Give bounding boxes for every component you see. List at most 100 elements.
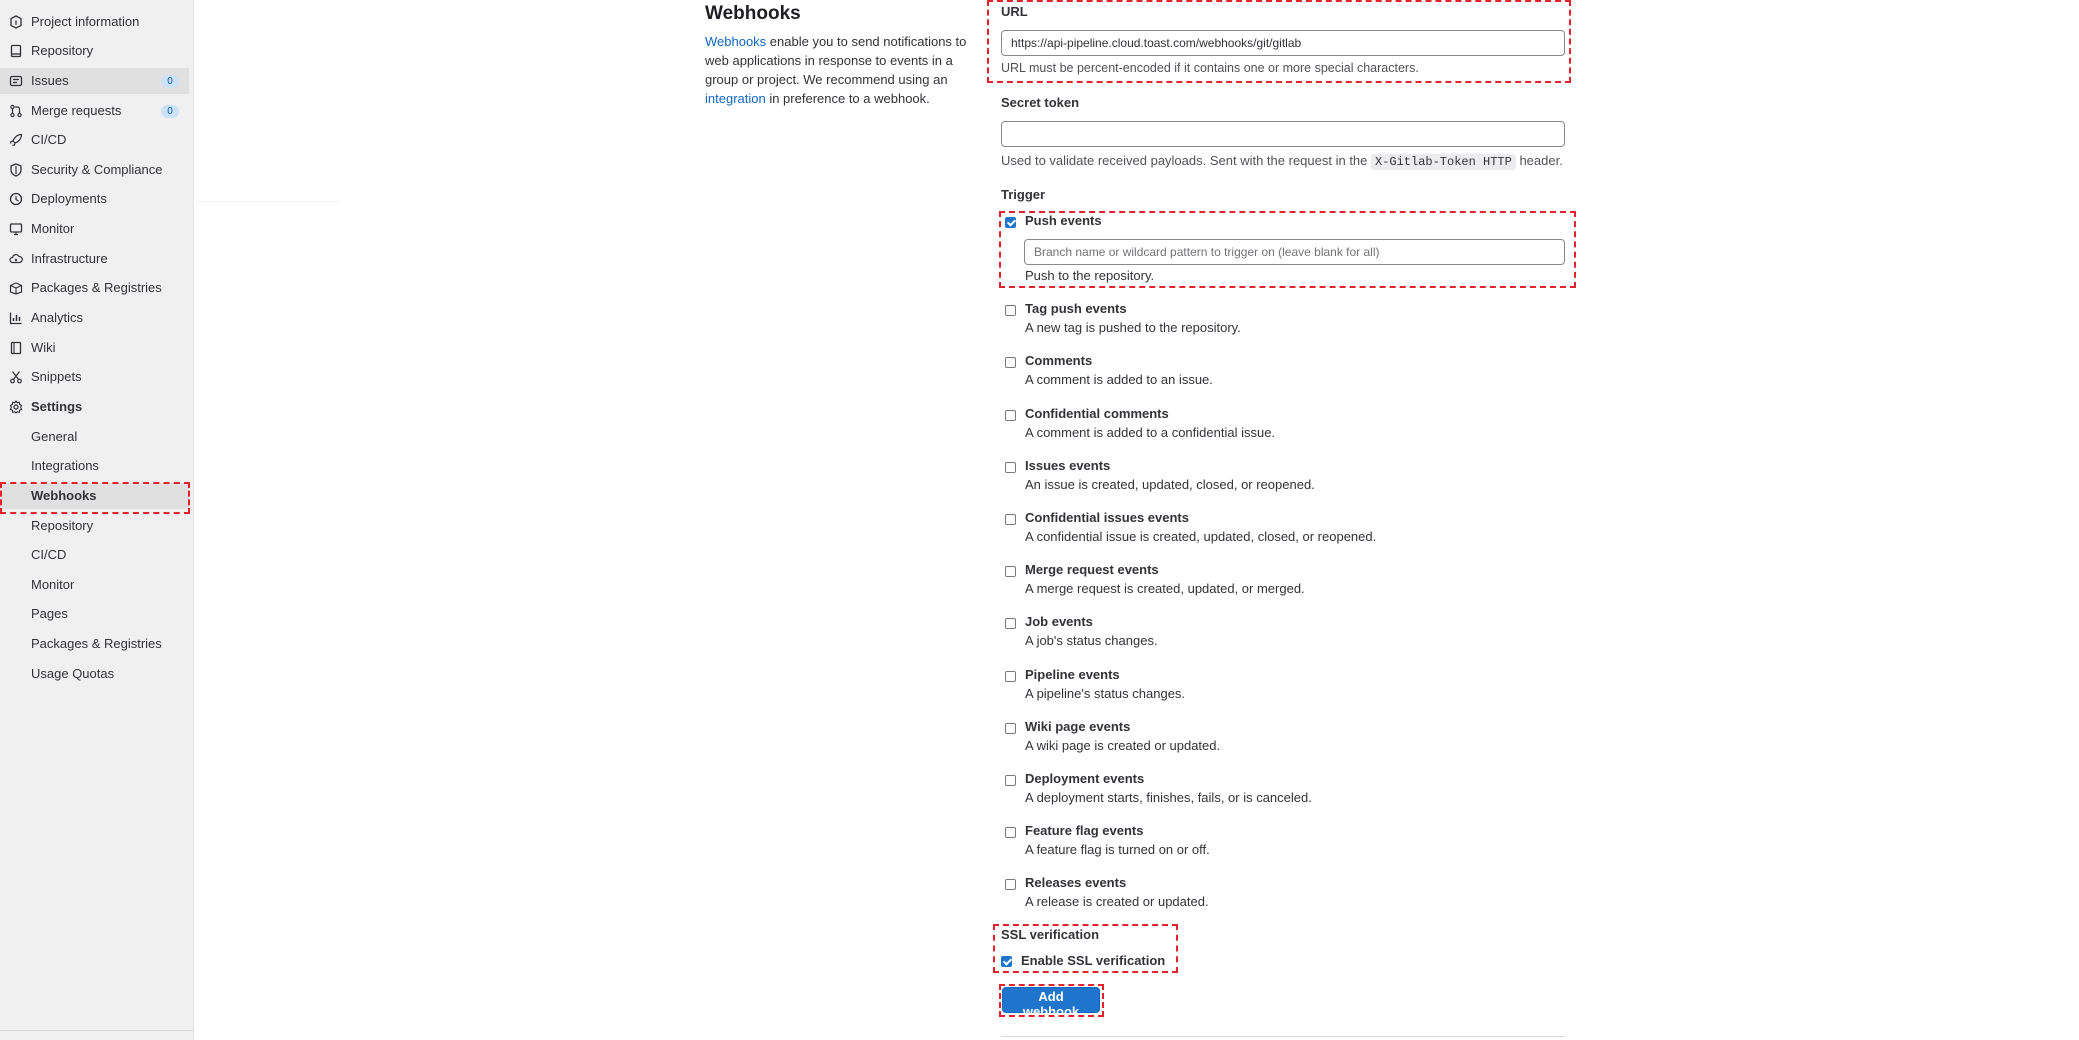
settings-item-label: Integrations xyxy=(31,458,99,473)
settings-item-repository[interactable]: Repository xyxy=(0,513,189,539)
trigger-title: Releases events xyxy=(1025,875,1127,890)
push-branch-filter-input[interactable] xyxy=(1024,239,1565,265)
sidebar-item-label: Wiki xyxy=(31,340,56,355)
tag-push-events-checkbox[interactable] xyxy=(1005,305,1016,316)
trigger-description: A job's status changes. xyxy=(1025,633,1158,648)
sidebar-item-infrastructure[interactable]: Infrastructure xyxy=(0,246,189,272)
trigger-description: A comment is added to a confidential iss… xyxy=(1025,425,1276,440)
push-events-title: Push events xyxy=(1025,213,1102,228)
sidebar-item-label: Infrastructure xyxy=(31,251,108,266)
gear-icon xyxy=(9,400,23,414)
webhooks-docs-link[interactable]: Webhooks xyxy=(705,34,766,49)
book-icon xyxy=(9,341,23,355)
deployment-events-checkbox[interactable] xyxy=(1005,775,1016,786)
trigger-description: A release is created or updated. xyxy=(1025,894,1209,909)
snippet-icon xyxy=(9,370,23,384)
project-icon xyxy=(9,15,23,29)
settings-item-label: General xyxy=(31,429,78,444)
sidebar-item-snippets[interactable]: Snippets xyxy=(0,364,189,390)
trigger-title: Issues events xyxy=(1025,458,1111,473)
page-title: Webhooks xyxy=(705,3,801,24)
sidebar-item-label: Monitor xyxy=(31,221,75,236)
sidebar-item-security-compliance[interactable]: Security & Compliance xyxy=(0,157,189,183)
trigger-description: A merge request is created, updated, or … xyxy=(1025,581,1305,596)
sidebar-item-analytics[interactable]: Analytics xyxy=(0,305,189,331)
sidebar-item-issues[interactable]: Issues 0 xyxy=(0,68,189,94)
monitor-icon xyxy=(9,222,23,236)
push-events-description: Push to the repository. xyxy=(1025,268,1155,283)
push-events-checkbox[interactable] xyxy=(1005,217,1016,228)
sidebar-item-label: Packages & Registries xyxy=(31,280,162,295)
secret-token-input[interactable] xyxy=(1001,121,1565,147)
settings-item-general[interactable]: General xyxy=(0,424,189,450)
repository-icon xyxy=(9,44,23,58)
trigger-description: A wiki page is created or updated. xyxy=(1025,738,1221,753)
settings-item-label: Monitor xyxy=(31,577,75,592)
sidebar-item-repository[interactable]: Repository xyxy=(0,38,189,64)
settings-item-label: Usage Quotas xyxy=(31,666,115,681)
settings-item-usage-quotas[interactable]: Usage Quotas xyxy=(0,661,189,687)
sidebar-item-settings[interactable]: Settings xyxy=(0,394,189,420)
sidebar-item-packages-registries[interactable]: Packages & Registries xyxy=(0,275,189,301)
sidebar-item-label: Analytics xyxy=(31,310,84,325)
sidebar-item-label: Issues xyxy=(31,73,69,88)
job-events-checkbox[interactable] xyxy=(1005,618,1016,629)
merge-request-icon xyxy=(9,104,23,118)
trigger-description: A confidential issue is created, updated… xyxy=(1025,529,1377,544)
shield-icon xyxy=(9,163,23,177)
sidebar-item-label: Snippets xyxy=(31,369,82,384)
trigger-title: Comments xyxy=(1025,353,1093,368)
sidebar-item-monitor[interactable]: Monitor xyxy=(0,216,189,242)
confidential-comments-checkbox[interactable] xyxy=(1005,410,1016,421)
settings-item-label: Pages xyxy=(31,606,68,621)
sidebar: Project information Repository Issues 0 … xyxy=(0,0,194,1040)
settings-item-packages-registries[interactable]: Packages & Registries xyxy=(0,631,189,657)
sidebar-footer-divider xyxy=(0,1030,193,1031)
feature-flag-events-checkbox[interactable] xyxy=(1005,827,1016,838)
trigger-description: A pipeline's status changes. xyxy=(1025,686,1186,701)
sidebar-item-label: Repository xyxy=(31,43,94,58)
sidebar-item-label: Merge requests xyxy=(31,103,122,118)
help-text-part: header. xyxy=(1515,153,1563,168)
confidential-issues-events-checkbox[interactable] xyxy=(1005,514,1016,525)
rocket-icon xyxy=(9,133,23,147)
ssl-verification-title: Enable SSL verification xyxy=(1021,953,1166,968)
sidebar-item-deployments[interactable]: Deployments xyxy=(0,186,189,212)
trigger-description: A feature flag is turned on or off. xyxy=(1025,842,1210,857)
trigger-title: Job events xyxy=(1025,614,1093,629)
settings-item-webhooks[interactable]: Webhooks xyxy=(0,483,189,509)
issues-count-badge: 0 xyxy=(161,75,179,88)
trigger-title: Confidential comments xyxy=(1025,406,1169,421)
ssl-verification-checkbox[interactable] xyxy=(1001,956,1012,967)
integration-link[interactable]: integration xyxy=(705,91,766,106)
releases-events-checkbox[interactable] xyxy=(1005,879,1016,890)
comments-checkbox[interactable] xyxy=(1005,357,1016,368)
trigger-description: A comment is added to an issue. xyxy=(1025,372,1213,387)
merge-request-events-checkbox[interactable] xyxy=(1005,566,1016,577)
url-input[interactable] xyxy=(1001,30,1565,56)
pipeline-events-checkbox[interactable] xyxy=(1005,671,1016,682)
sidebar-item-project-information[interactable]: Project information xyxy=(0,9,189,35)
url-label: URL xyxy=(1001,4,1028,19)
add-webhook-button[interactable]: Add webhook xyxy=(1002,987,1100,1019)
sidebar-item-cicd[interactable]: CI/CD xyxy=(0,127,189,153)
sidebar-item-merge-requests[interactable]: Merge requests 0 xyxy=(0,98,189,124)
trigger-description: A deployment starts, finishes, fails, or… xyxy=(1025,790,1312,805)
settings-item-pages[interactable]: Pages xyxy=(0,601,189,627)
trigger-title: Deployment events xyxy=(1025,771,1145,786)
settings-item-integrations[interactable]: Integrations xyxy=(0,453,189,479)
settings-item-label: Repository xyxy=(31,518,94,533)
issues-events-checkbox[interactable] xyxy=(1005,462,1016,473)
wiki-page-events-checkbox[interactable] xyxy=(1005,723,1016,734)
trigger-title: Tag push events xyxy=(1025,301,1127,316)
trigger-title: Pipeline events xyxy=(1025,667,1120,682)
deployments-icon xyxy=(9,192,23,206)
sidebar-item-wiki[interactable]: Wiki xyxy=(0,335,189,361)
issues-icon xyxy=(9,74,23,88)
merge-requests-count-badge: 0 xyxy=(161,105,179,118)
settings-item-cicd[interactable]: CI/CD xyxy=(0,542,189,568)
trigger-title: Confidential issues events xyxy=(1025,510,1189,525)
settings-item-monitor[interactable]: Monitor xyxy=(0,572,189,598)
trigger-title: Feature flag events xyxy=(1025,823,1144,838)
form-bottom-divider xyxy=(1001,1036,1565,1037)
